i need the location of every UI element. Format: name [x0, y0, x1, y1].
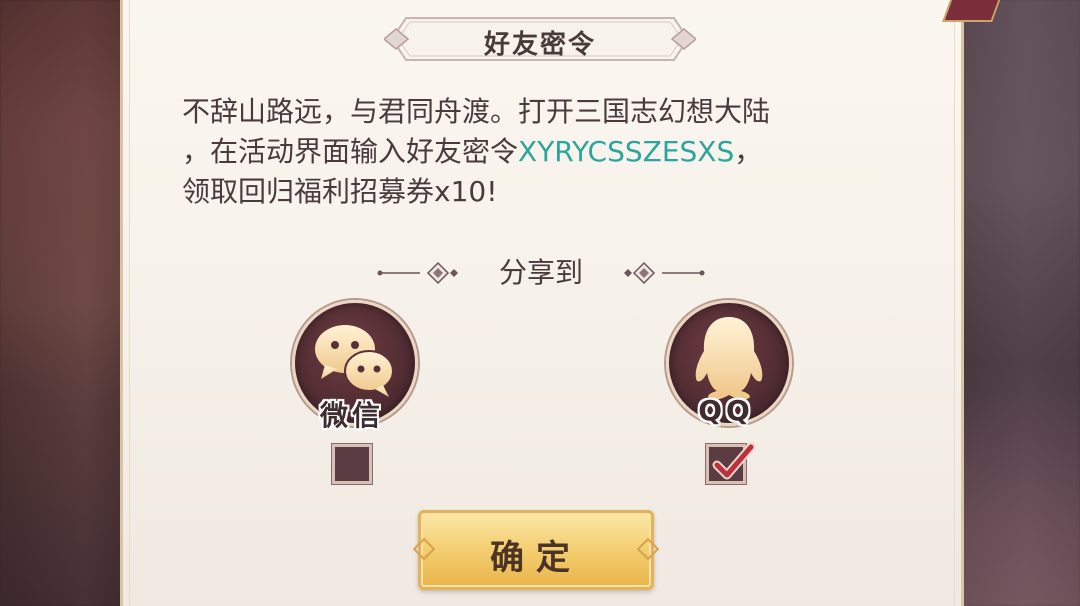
wechat-checkbox[interactable] [332, 444, 372, 484]
share-label: 分享到 [498, 256, 583, 289]
share-header: 分享到 [376, 255, 706, 291]
background-left-art [0, 0, 120, 606]
message-line-3: 领取回归福利招募券x10! [182, 175, 498, 208]
dialog-title-plate: 好友密令 [384, 14, 696, 64]
message-line-2: ，在活动界面输入好友密令XYRYCSSZESXS， [182, 135, 763, 168]
message-line-1: 不辞山路远，与君同舟渡。打开三国志幻想大陆 [182, 95, 771, 128]
share-option-qq[interactable]: QQ [663, 300, 793, 500]
dialog-title: 好友密令 [483, 30, 596, 60]
qq-checkbox[interactable] [706, 442, 755, 484]
qq-label: QQ [698, 394, 754, 427]
invite-message: 不辞山路远，与君同舟渡。打开三国志幻想大陆 ，在活动界面输入好友密令XYRYCS… [182, 92, 902, 212]
invite-code[interactable]: XYRYCSSZESXS [518, 135, 734, 168]
background-right-art [962, 0, 1080, 606]
confirm-button-label: 确定 [490, 538, 582, 578]
confirm-button[interactable]: 确定 [412, 510, 660, 590]
wechat-label: 微信 [319, 399, 384, 432]
share-option-wechat[interactable]: 微信 [289, 300, 419, 500]
check-mark-icon [712, 442, 755, 480]
